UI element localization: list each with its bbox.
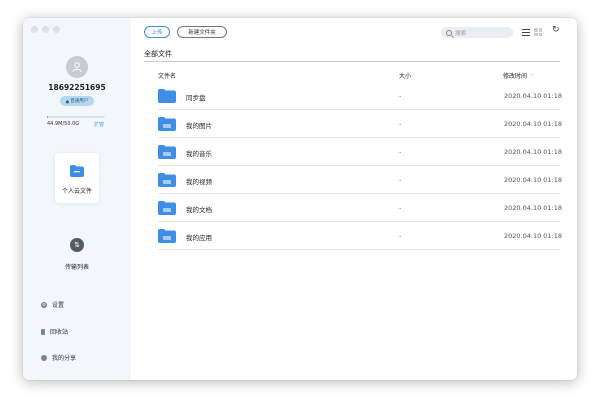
table-row[interactable]: 同步盘 - 2020.04.10 01:18 [158,82,563,110]
new-folder-button[interactable]: 新建文件夹 [177,26,227,38]
nav-transfer-list[interactable]: ⇅ 传输列表 [55,238,99,278]
table-row[interactable]: 我的文档 - 2020.04.10 01:18 [158,194,563,222]
storage-progress-fill [47,116,49,118]
table-header: 文件名 大小 修改时间 ﹀ [158,71,560,81]
minimize-window-button[interactable] [42,26,49,33]
folder-icon [158,173,176,187]
file-name: 我的应用 [186,234,212,242]
sidebar: 18692251695 ● 普通用户 44.9M/50.0G 扩容 个人云文件 … [23,18,131,380]
file-size: - [399,232,402,240]
file-size: - [399,204,402,212]
user-icon [72,62,82,73]
search-icon [446,29,452,36]
window-controls [31,26,60,33]
sync-folder-icon [158,89,176,103]
file-size: - [399,120,402,128]
share-icon [41,354,47,361]
close-window-button[interactable] [31,26,38,33]
sidebar-item-settings-label: 设置 [52,302,65,309]
breadcrumb: 全部文件 [144,50,172,58]
grid-view-icon[interactable] [534,28,542,36]
file-name: 我的文档 [186,206,212,214]
sidebar-item-trash-label: 回收站 [50,329,69,336]
sidebar-item-share[interactable]: 我的分享 [41,353,76,362]
table-row[interactable]: 我的应用 - 2020.04.10 01:18 [158,222,563,250]
file-name: 同步盘 [186,94,206,102]
sidebar-item-settings[interactable]: ⚙ 设置 [41,300,64,309]
transfer-icon: ⇅ [70,238,84,252]
user-level-badge: ● 普通用户 [60,96,94,106]
zoom-window-button[interactable] [53,26,60,33]
column-header-modified-label: 修改时间 [503,73,528,80]
file-size: - [399,148,402,156]
file-modified: 2020.04.10 01:18 [504,120,563,128]
file-modified: 2020.04.10 01:18 [504,176,563,184]
file-name: 我的音乐 [186,150,212,158]
table-row[interactable]: 我的图片 - 2020.04.10 01:18 [158,110,563,138]
expand-storage-link[interactable]: 扩容 [94,121,104,128]
file-modified: 2020.04.10 01:18 [504,204,563,212]
table-row[interactable]: 我的音乐 - 2020.04.10 01:18 [158,138,563,166]
upload-button[interactable]: 上传 [144,26,170,38]
file-modified: 2020.04.10 01:18 [504,92,563,100]
sidebar-item-trash[interactable]: 回收站 [41,327,68,336]
file-name: 我的图片 [186,122,212,130]
folder-icon [158,229,176,243]
file-size: - [399,176,402,184]
table-row[interactable]: 我的视频 - 2020.04.10 01:18 [158,166,563,194]
sidebar-item-share-label: 我的分享 [52,355,77,362]
search-input[interactable]: 搜索 [441,27,513,38]
storage-usage-text: 44.9M/50.0G [47,121,80,127]
file-name: 我的视频 [186,178,212,186]
badge-label: 普通用户 [70,99,89,104]
file-modified: 2020.04.10 01:18 [504,232,563,240]
folder-icon [158,201,176,215]
nav-personal-cloud-label: 个人云文件 [61,188,92,195]
breadcrumb-divider [144,61,560,62]
gear-icon: ⚙ [41,301,47,308]
storage-progress-bar [47,116,105,118]
trash-icon [41,328,45,335]
folder-icon [158,117,176,131]
main-panel: 上传 新建文件夹 搜索 ↻ 全部文件 文件名 大小 修改时间 ﹀ 同步盘 - 202… [131,18,577,380]
column-header-modified[interactable]: 修改时间 ﹀ [503,71,534,80]
folder-icon [70,165,84,177]
avatar[interactable] [66,56,88,78]
nav-transfer-label: 传输列表 [64,264,89,271]
sort-chevron-icon: ﹀ [528,74,534,80]
list-view-icon[interactable] [522,29,530,36]
file-size: - [399,92,402,100]
app-window: 18692251695 ● 普通用户 44.9M/50.0G 扩容 个人云文件 … [23,18,577,380]
search-placeholder: 搜索 [455,30,467,37]
nav-personal-cloud[interactable]: 个人云文件 [55,153,99,203]
username: 18692251695 [48,83,106,92]
folder-icon [158,145,176,159]
badge-icon: ● [65,98,70,104]
column-header-name[interactable]: 文件名 [158,71,176,80]
column-header-size[interactable]: 大小 [399,71,411,80]
refresh-icon[interactable]: ↻ [552,25,560,35]
file-modified: 2020.04.10 01:18 [504,148,563,156]
